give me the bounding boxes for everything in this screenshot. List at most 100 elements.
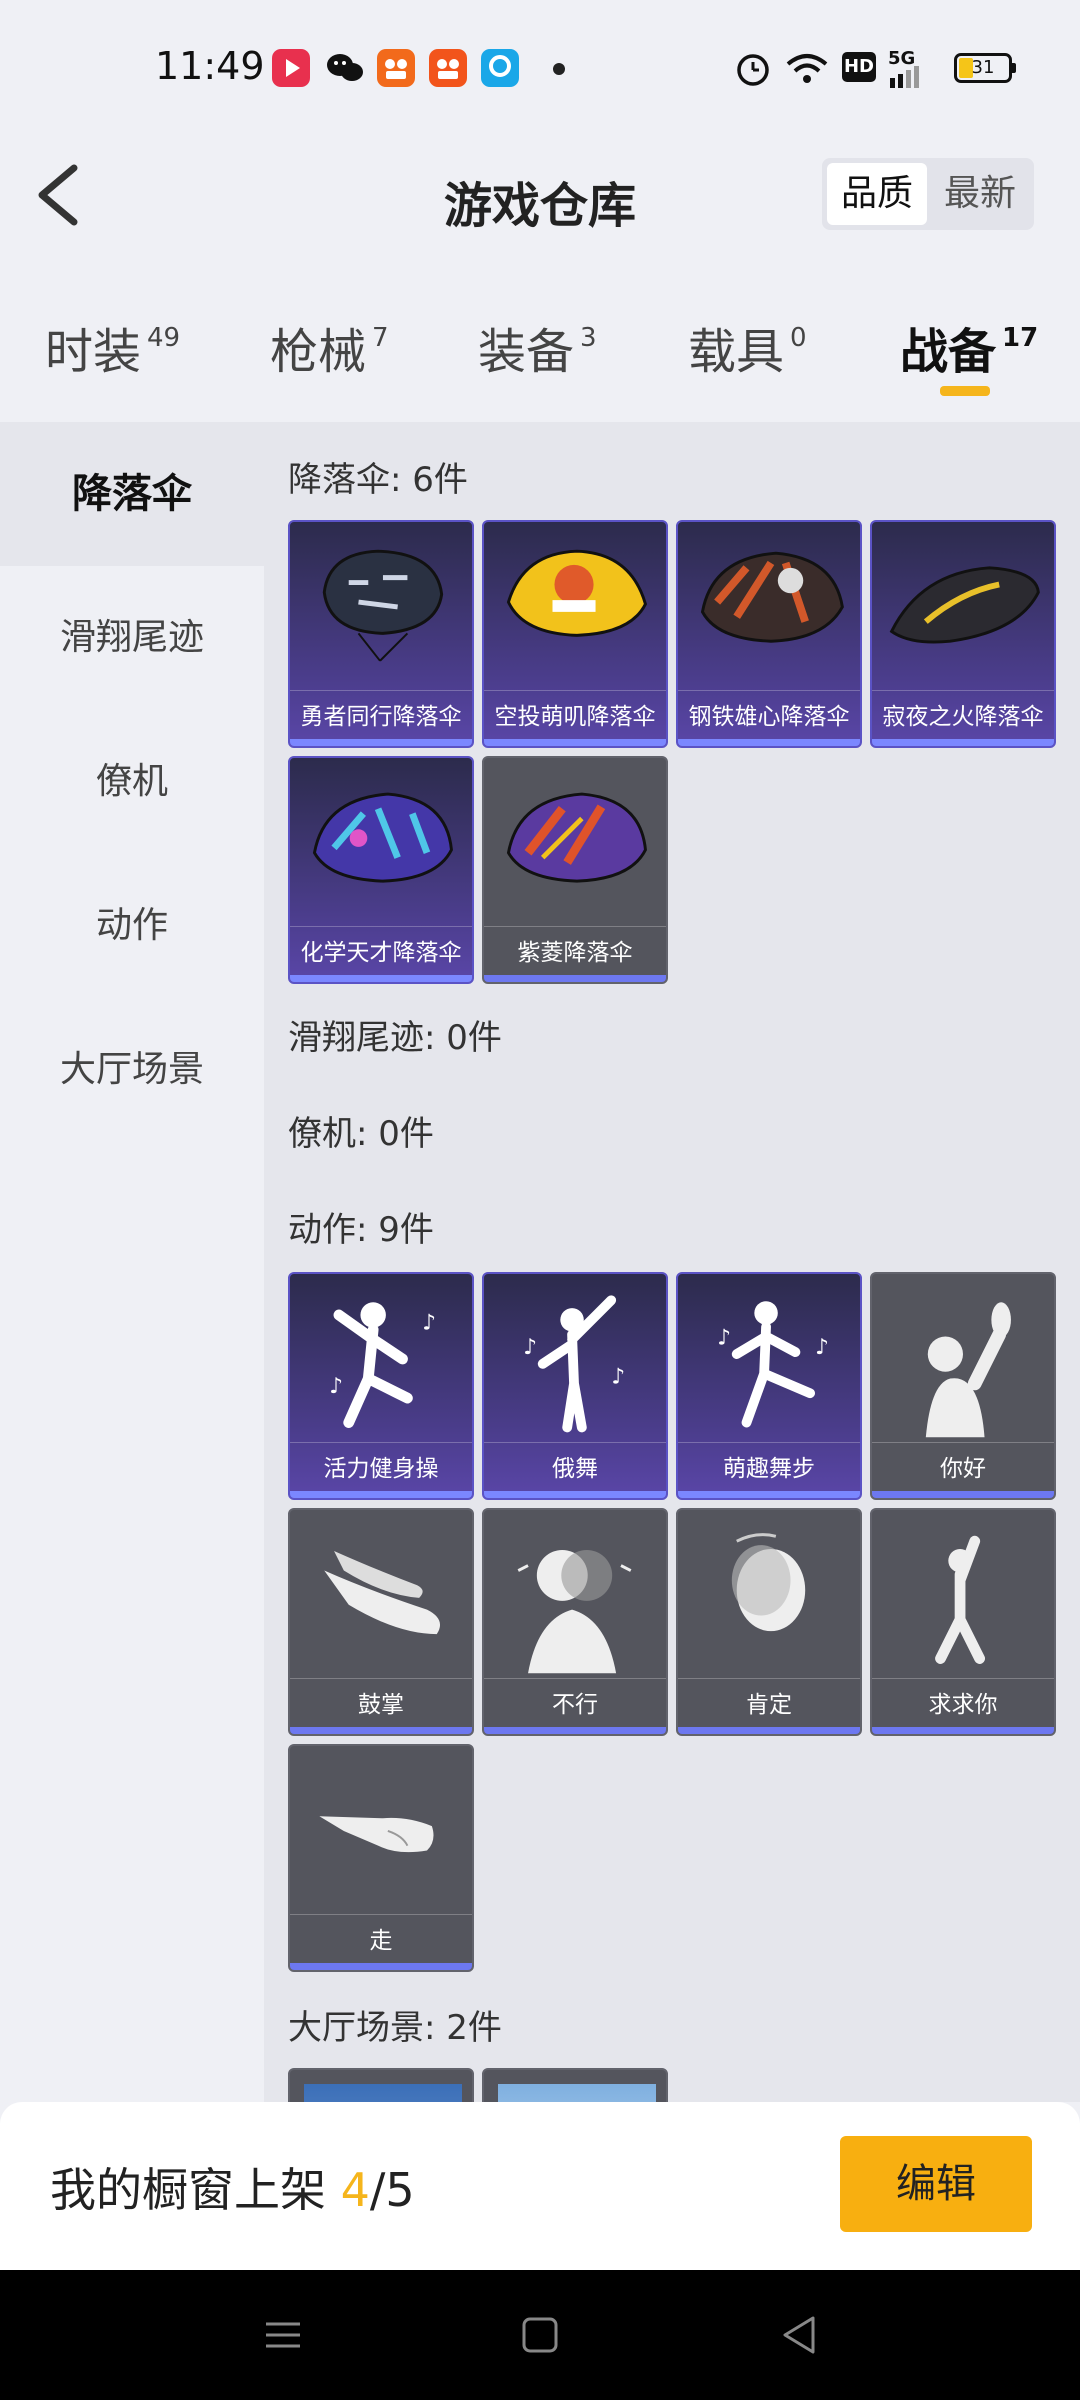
tab-vehicles[interactable]: 载具 0 [688,312,807,382]
sidebar-item-parachute[interactable]: 降落伞 [0,422,264,566]
tab-count: 49 [147,323,181,353]
quality-bar [290,739,472,746]
tab-weapons[interactable]: 枪械 7 [270,312,389,382]
item-name: 鼓掌 [290,1678,472,1730]
shake-head-icon [517,1549,632,1674]
tab-battle-gear[interactable]: 战备 17 [900,312,1038,382]
video-app-icon [272,49,310,87]
section-title-emotes: 动作: 9件 [288,1210,434,1250]
tab-count: 17 [1002,323,1039,353]
tab-count: 7 [372,323,389,353]
app-icon-blue [481,49,519,87]
ballet-figure-icon: ♪♪ [523,1295,625,1433]
sidebar-item-glide-trail[interactable]: 滑翔尾迹 [0,566,264,710]
sidebar-item-emotes[interactable]: 动作 [0,854,264,998]
app-icon-orange [377,49,415,87]
active-tab-indicator [940,386,990,396]
emote-card[interactable]: 肯定 [676,1508,862,1736]
emote-card[interactable]: 你好 [870,1272,1056,1500]
tab-label: 载具 [688,324,785,380]
nod-head-icon [731,1533,806,1632]
svg-text:♪: ♪ [422,1311,436,1336]
parachute-card[interactable]: 寂夜之火降落伞 [870,520,1056,748]
page: 11:49 HD 5G 31 游戏仓库 品质 最新 时装 49 枪械 7 装备 … [0,0,1080,2400]
notification-dot [553,63,565,75]
parachute-card[interactable]: 空投萌叽降落伞 [482,520,668,748]
sort-toggle: 品质 最新 [822,158,1034,230]
quality-bar [678,1727,860,1734]
lobby-scene-card[interactable] [288,2068,474,2102]
sort-by-newest-button[interactable]: 最新 [930,163,1030,225]
item-name: 寂夜之火降落伞 [872,690,1054,742]
sidebar-item-lobby-scene[interactable]: 大厅场景 [0,998,264,1142]
sort-by-quality-button[interactable]: 品质 [827,163,927,225]
back-nav-icon[interactable] [775,2310,825,2360]
home-icon[interactable] [515,2310,565,2360]
tab-fashion[interactable]: 时装 49 [45,312,180,382]
svg-text:♪: ♪ [329,1374,343,1399]
emote-card[interactable]: 鼓掌 [288,1508,474,1736]
dance-figure-icon: ♪♪ [329,1302,436,1428]
pointing-hand-icon [319,1816,434,1853]
item-name: 空投萌叽降落伞 [484,690,666,742]
showcase-label: 我的橱窗上架 [50,2163,341,2217]
svg-text:♪: ♪ [815,1335,829,1360]
section-title-glide-trail: 滑翔尾迹: 0件 [288,1018,502,1058]
quality-bar [290,1727,472,1734]
item-name: 不行 [484,1678,666,1730]
dance-step-icon: ♪ ♪ [717,1301,829,1428]
parachute-card[interactable]: 勇者同行降落伞 [288,520,474,748]
tab-label: 枪械 [270,324,367,380]
wave-hello-icon [925,1302,1011,1438]
signal-icon [890,66,919,88]
item-name: 你好 [872,1442,1054,1494]
quality-bar [678,1491,860,1498]
item-name: 走 [290,1914,472,1966]
tab-equipment[interactable]: 装备 3 [478,312,597,382]
lobby-scene-image [304,2084,462,2102]
quality-bar [290,1963,472,1970]
parachute-image [312,792,453,883]
alarm-icon [737,54,769,86]
menu-icon[interactable] [258,2310,308,2360]
clap-hands-icon [324,1550,441,1635]
quality-bar [678,739,860,746]
battery-percent: 31 [971,57,995,78]
edit-button[interactable]: 编辑 [840,2136,1032,2232]
svg-text:♪: ♪ [611,1364,625,1389]
quality-bar [872,1491,1054,1498]
emote-card[interactable]: ♪ ♪ 萌趣舞步 [676,1272,862,1500]
emote-card[interactable]: 走 [288,1744,474,1972]
tab-label: 装备 [478,324,575,380]
quality-bar [484,1491,666,1498]
sidebar-item-wingman[interactable]: 僚机 [0,710,264,854]
emote-card[interactable]: 求求你 [870,1508,1056,1736]
tab-count: 0 [790,323,807,353]
item-name: 活力健身操 [290,1442,472,1494]
system-nav-bar [0,2270,1080,2400]
app-header: 游戏仓库 品质 最新 [0,140,1080,250]
app-icon-orange-2 [429,49,467,87]
item-name: 俄舞 [484,1442,666,1494]
parachute-card[interactable]: 钢铁雄心降落伞 [676,520,862,748]
emote-card[interactable]: ♪ ♪ 活力健身操 [288,1272,474,1500]
emote-card[interactable]: 不行 [482,1508,668,1736]
emote-card[interactable]: ♪ ♪ 俄舞 [482,1272,668,1500]
parachute-card[interactable]: 化学天才降落伞 [288,756,474,984]
svg-text:♪: ♪ [717,1325,731,1350]
item-name: 勇者同行降落伞 [290,690,472,742]
lobby-scene-card[interactable] [482,2068,668,2102]
parachute-card[interactable]: 紫菱降落伞 [482,756,668,984]
battery-icon: 31 [954,53,1016,83]
status-time: 11:49 [155,44,265,88]
category-tabs: 时装 49 枪械 7 装备 3 载具 0 战备 17 [0,300,1080,410]
item-name: 求求你 [872,1678,1054,1730]
section-title-lobby-scene: 大厅场景: 2件 [288,2008,502,2048]
quality-bar [290,1491,472,1498]
parachute-image [322,549,444,662]
svg-text:♪: ♪ [523,1335,537,1360]
parachute-image [700,551,844,643]
quality-bar [484,739,666,746]
showcase-status: 我的橱窗上架 4/5 [50,2154,415,2220]
item-name: 肯定 [678,1678,860,1730]
